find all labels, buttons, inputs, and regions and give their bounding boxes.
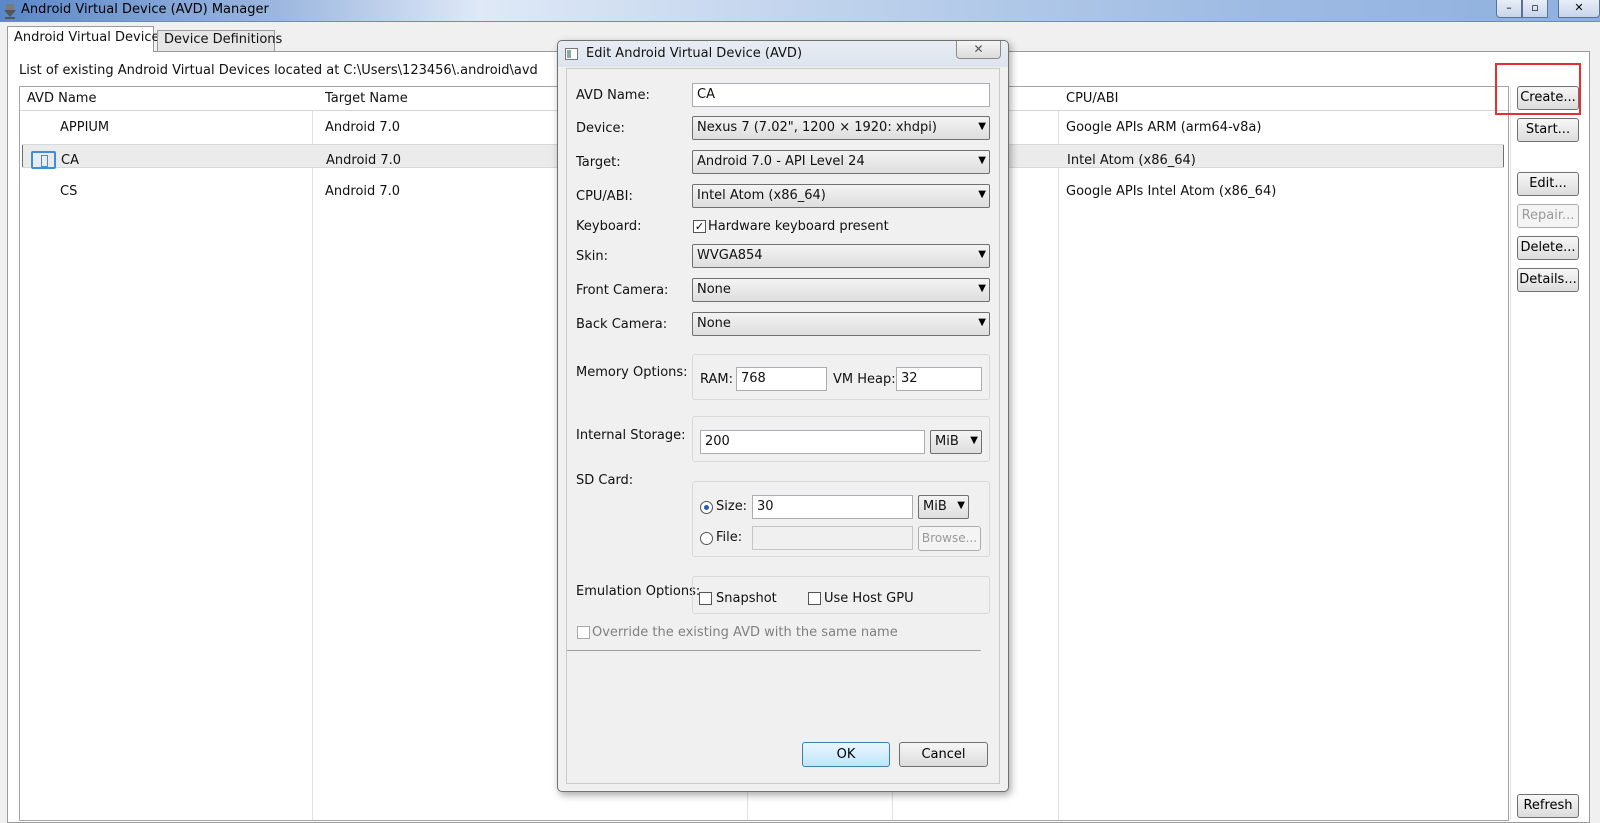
column-header-target-name[interactable]: Target Name xyxy=(325,91,408,106)
chevron-down-icon: ▼ xyxy=(978,249,986,260)
ok-button[interactable]: OK xyxy=(802,742,890,767)
ram-label: RAM: xyxy=(700,372,733,387)
snapshot-label: Snapshot xyxy=(716,591,777,606)
sd-size-unit-value: MiB xyxy=(923,499,947,514)
vm-heap-label: VM Heap: xyxy=(833,372,896,387)
create-highlight-box xyxy=(1495,63,1581,115)
back-camera-select[interactable]: None ▼ xyxy=(692,312,990,336)
cpu-abi-select-value: Intel Atom (x86_64) xyxy=(697,188,826,203)
chevron-down-icon: ▼ xyxy=(978,283,986,294)
browse-button[interactable]: Browse... xyxy=(918,526,981,551)
chevron-down-icon: ▼ xyxy=(978,317,986,328)
avd-name-cell: CA xyxy=(61,153,79,168)
avd-name-input[interactable]: CA xyxy=(692,83,990,107)
dialog-close-button[interactable]: ✕ xyxy=(956,41,1001,59)
device-icon xyxy=(31,151,56,169)
dialog-titlebar: Edit Android Virtual Device (AVD) ✕ xyxy=(558,41,1008,67)
window-titlebar: Android Virtual Device (AVD) Manager – ▫… xyxy=(0,0,1600,22)
vm-heap-input[interactable]: 32 xyxy=(896,367,982,391)
dialog-separator xyxy=(567,650,981,651)
skin-label: Skin: xyxy=(576,249,609,264)
front-camera-select-value: None xyxy=(697,282,731,297)
column-header-avd-name[interactable]: AVD Name xyxy=(27,91,96,106)
cancel-button[interactable]: Cancel xyxy=(899,742,988,767)
tab-android-virtual-devices[interactable]: Android Virtual Devices xyxy=(7,26,166,52)
sd-file-radio[interactable] xyxy=(700,532,713,545)
hardware-keyboard-label: Hardware keyboard present xyxy=(708,219,889,234)
skin-select-value: WVGA854 xyxy=(697,248,763,263)
target-label: Target: xyxy=(576,155,621,170)
android-sdk-icon xyxy=(4,4,16,19)
column-header-cpu-abi[interactable]: CPU/ABI xyxy=(1066,91,1118,106)
avd-name-cell: APPIUM xyxy=(60,120,110,135)
sd-size-input[interactable]: 30 xyxy=(752,495,913,519)
details-button[interactable]: Details... xyxy=(1517,268,1579,292)
ram-input[interactable]: 768 xyxy=(736,367,827,391)
emulation-options-label: Emulation Options: xyxy=(576,584,701,599)
minimize-button[interactable]: – xyxy=(1496,0,1522,18)
repair-button[interactable]: Repair... xyxy=(1517,204,1579,228)
front-camera-select[interactable]: None ▼ xyxy=(692,278,990,302)
start-button[interactable]: Start... xyxy=(1517,118,1579,142)
close-window-button[interactable]: ✕ xyxy=(1558,0,1600,18)
delete-button[interactable]: Delete... xyxy=(1517,236,1579,260)
target-name-cell: Android 7.0 xyxy=(325,184,401,199)
internal-storage-unit-value: MiB xyxy=(935,434,959,449)
edit-button[interactable]: Edit... xyxy=(1517,172,1579,196)
memory-options-label: Memory Options: xyxy=(576,365,688,380)
refresh-button[interactable]: Refresh xyxy=(1517,794,1579,818)
cpu-abi-cell: Google APIs Intel Atom (x86_64) xyxy=(1066,184,1277,199)
target-select[interactable]: Android 7.0 - API Level 24 ▼ xyxy=(692,150,990,174)
dialog-title: Edit Android Virtual Device (AVD) xyxy=(586,46,803,61)
chevron-down-icon: ▼ xyxy=(978,121,986,132)
sd-card-label: SD Card: xyxy=(576,473,634,488)
cpu-abi-label: CPU/ABI: xyxy=(576,189,633,204)
sd-file-input[interactable] xyxy=(752,526,913,550)
target-select-value: Android 7.0 - API Level 24 xyxy=(697,154,865,169)
column-divider xyxy=(1510,87,1511,820)
device-label: Device: xyxy=(576,121,625,136)
device-select-value: Nexus 7 (7.02", 1200 × 1920: xhdpi) xyxy=(697,120,937,135)
cpu-abi-select[interactable]: Intel Atom (x86_64) ▼ xyxy=(692,184,990,208)
override-label: Override the existing AVD with the same … xyxy=(592,625,898,640)
maximize-button[interactable]: ▫ xyxy=(1522,0,1548,18)
sd-size-label: Size: xyxy=(716,499,748,514)
front-camera-label: Front Camera: xyxy=(576,283,669,298)
avd-name-label: AVD Name: xyxy=(576,88,650,103)
avd-location-caption: List of existing Android Virtual Devices… xyxy=(19,63,538,78)
window-title: Android Virtual Device (AVD) Manager xyxy=(21,2,269,17)
internal-storage-unit-select[interactable]: MiB ▼ xyxy=(930,430,982,454)
sd-size-unit-select[interactable]: MiB ▼ xyxy=(918,495,969,519)
target-name-cell: Android 7.0 xyxy=(326,153,402,168)
use-host-gpu-label: Use Host GPU xyxy=(824,591,914,606)
tab-device-definitions[interactable]: Device Definitions xyxy=(157,30,282,51)
chevron-down-icon: ▼ xyxy=(957,500,965,511)
internal-storage-label: Internal Storage: xyxy=(576,428,686,443)
chevron-down-icon: ▼ xyxy=(978,155,986,166)
cpu-abi-cell: Intel Atom (x86_64) xyxy=(1067,153,1196,168)
avd-name-cell: CS xyxy=(60,184,78,199)
internal-storage-input[interactable]: 200 xyxy=(700,430,925,454)
sd-file-label: File: xyxy=(716,530,743,545)
skin-select[interactable]: WVGA854 ▼ xyxy=(692,244,990,268)
cpu-abi-cell: Google APIs ARM (arm64-v8a) xyxy=(1066,120,1262,135)
hardware-keyboard-checkbox[interactable]: ✓ xyxy=(693,220,706,233)
keyboard-label: Keyboard: xyxy=(576,219,642,234)
use-host-gpu-checkbox[interactable] xyxy=(808,592,821,605)
back-camera-select-value: None xyxy=(697,316,731,331)
chevron-down-icon: ▼ xyxy=(978,189,986,200)
snapshot-checkbox[interactable] xyxy=(699,592,712,605)
back-camera-label: Back Camera: xyxy=(576,317,668,332)
override-checkbox[interactable] xyxy=(577,626,590,639)
sd-size-radio[interactable] xyxy=(700,501,713,514)
dialog-window-icon xyxy=(565,48,578,60)
target-name-cell: Android 7.0 xyxy=(325,120,401,135)
chevron-down-icon: ▼ xyxy=(970,435,978,446)
device-select[interactable]: Nexus 7 (7.02", 1200 × 1920: xhdpi) ▼ xyxy=(692,116,990,140)
